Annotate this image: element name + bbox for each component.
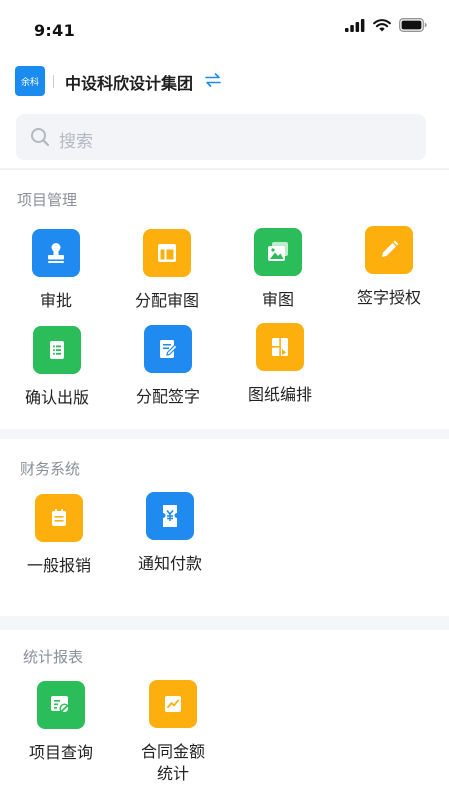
switch-company-icon[interactable] <box>204 71 222 89</box>
tile-payment-notice[interactable]: 通知付款 <box>115 492 225 575</box>
tile-assign-signature[interactable]: 分配签字 <box>113 325 223 408</box>
company-name[interactable]: 中设科欣设计集团 <box>65 70 193 94</box>
pencil-icon <box>365 226 413 274</box>
wifi-icon <box>373 18 391 31</box>
list-icon <box>33 326 81 374</box>
tile-label: 审批 <box>39 291 72 310</box>
status-time: 9:41 <box>34 21 75 40</box>
section-title-finance: 财务系统 <box>20 460 81 478</box>
edit-document-icon <box>144 325 192 373</box>
search-input[interactable]: 搜索 <box>16 114 426 160</box>
tile-label: 通知付款 <box>137 554 202 573</box>
tile-signature-authorization[interactable]: 签字授权 <box>334 226 444 309</box>
tile-project-query[interactable]: 项目查询 <box>6 681 116 764</box>
tile-label: 签字授权 <box>356 288 421 307</box>
section-title-project-management: 项目管理 <box>17 191 78 209</box>
drawing-layout-icon <box>256 323 304 371</box>
yuan-ticket-icon <box>146 492 194 540</box>
tile-drawing-arrangement[interactable]: 图纸编排 <box>225 323 335 406</box>
header-divider <box>53 75 54 88</box>
tile-contract-amount-statistics[interactable]: 合同金额 统计 <box>118 680 228 785</box>
battery-icon <box>399 18 427 32</box>
search-icon <box>31 128 50 147</box>
image-icon <box>254 228 302 276</box>
tile-label: 图纸编排 <box>247 385 312 404</box>
tile-label: 分配审图 <box>134 291 199 310</box>
tile-confirm-publish[interactable]: 确认出版 <box>2 326 112 409</box>
section-separator <box>0 429 449 439</box>
company-logo: 余科 <box>15 66 45 96</box>
tile-approval[interactable]: 审批 <box>1 229 111 312</box>
calendar-icon <box>35 494 83 542</box>
stamp-icon <box>32 229 80 277</box>
tile-label: 审图 <box>261 290 294 309</box>
tile-review-drawings[interactable]: 审图 <box>223 228 333 311</box>
tile-general-reimbursement[interactable]: 一般报销 <box>4 494 114 577</box>
layout-icon <box>143 229 191 277</box>
tile-label: 一般报销 <box>26 556 91 575</box>
report-search-icon <box>37 681 85 729</box>
section-separator <box>0 616 449 630</box>
cellular-signal-icon <box>345 18 365 32</box>
section-title-statistics: 统计报表 <box>23 648 84 666</box>
tile-assign-review[interactable]: 分配审图 <box>112 229 222 312</box>
header: 余科 中设科欣设计集团 <box>0 56 449 106</box>
tile-label: 分配签字 <box>135 387 200 406</box>
divider <box>0 168 449 170</box>
tile-label: 项目查询 <box>28 743 93 762</box>
status-icons <box>345 17 427 33</box>
search-placeholder: 搜索 <box>59 132 93 152</box>
status-bar: 9:41 <box>0 0 449 56</box>
tile-label: 合同金额 统计 <box>140 742 205 783</box>
app-screen: 9:41 余科 中设科欣设计集团 搜索 项目管理 审批 分配审图 审图 签字授权… <box>0 0 449 800</box>
trend-chart-icon <box>149 680 197 728</box>
tile-label: 确认出版 <box>24 388 89 407</box>
